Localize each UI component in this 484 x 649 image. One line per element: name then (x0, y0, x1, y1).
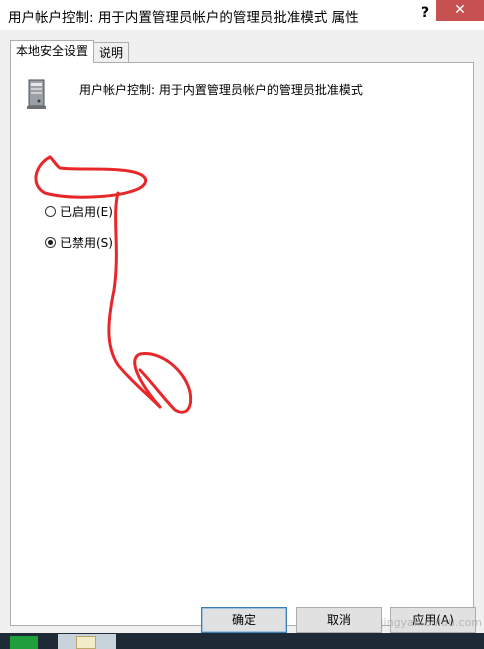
title-bar: 用户帐户控制: 用于内置管理员帐户的管理员批准模式 属性 ? ✕ (0, 0, 484, 30)
radio-disabled[interactable] (45, 236, 56, 248)
ok-button[interactable]: 确定 (201, 607, 287, 633)
store-icon[interactable] (10, 636, 38, 649)
properties-dialog: 用户帐户控制: 用于内置管理员帐户的管理员批准模式 属性 ? ✕ 本地安全设置 … (0, 0, 484, 649)
policy-name: 用户帐户控制: 用于内置管理员帐户的管理员批准模式 (79, 83, 363, 97)
option-disabled[interactable]: 已禁用(S) (45, 234, 113, 250)
help-button[interactable]: ? (414, 3, 436, 23)
server-policy-icon (25, 78, 49, 110)
window-title: 用户帐户控制: 用于内置管理员帐户的管理员批准模式 属性 (8, 10, 359, 26)
tab-panel: 用户帐户控制: 用于内置管理员帐户的管理员批准模式 已启用(E) 已禁用(S) (10, 62, 474, 626)
tab-explain[interactable]: 说明 (93, 42, 130, 63)
close-button[interactable]: ✕ (436, 0, 484, 21)
option-enabled[interactable]: 已启用(E) (45, 203, 113, 219)
option-disabled-label: 已禁用(S) (60, 235, 113, 250)
radio-enabled[interactable] (45, 205, 56, 217)
taskbar (0, 633, 484, 649)
cancel-button[interactable]: 取消 (296, 607, 382, 633)
apply-button[interactable]: 应用(A) (390, 607, 476, 633)
option-enabled-label: 已启用(E) (60, 204, 113, 219)
tab-local-security-setting[interactable]: 本地安全设置 (10, 40, 95, 63)
document-icon[interactable] (58, 634, 116, 649)
dialog-body: 本地安全设置 说明 用户帐户控制: 用于内置管理员帐户的管理员批准模式 已启用(… (0, 30, 484, 649)
